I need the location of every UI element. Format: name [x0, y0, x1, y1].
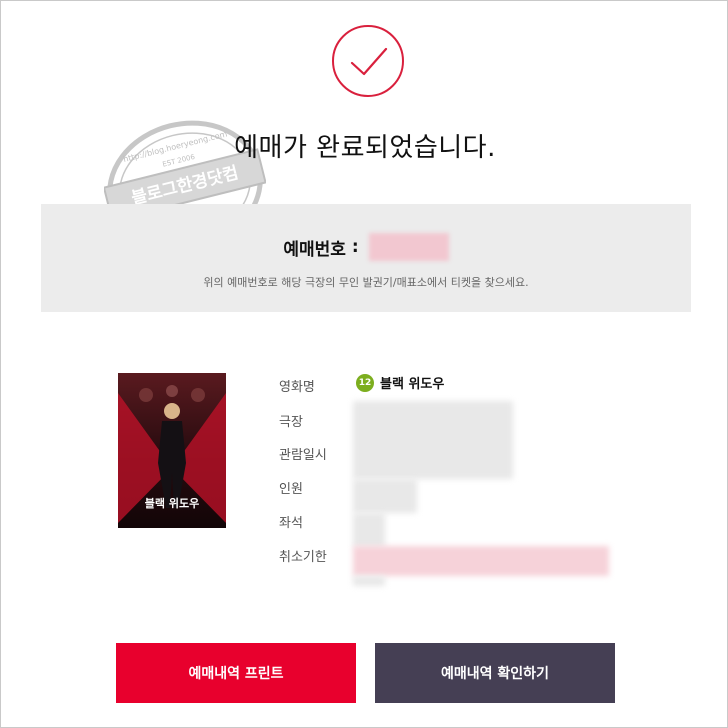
booking-number-row: 예매번호 :	[41, 233, 691, 261]
detail-label-people: 인원	[279, 482, 303, 497]
age-rating-badge: 12	[356, 373, 374, 392]
seat-value-redacted	[353, 513, 385, 547]
people-value-redacted	[353, 479, 417, 513]
cancel-deadline-tail-redacted	[353, 576, 385, 586]
detail-label-theater: 극장	[279, 415, 303, 430]
page-frame: 블로그한경닷컴 http://blog.hoeryeong.com EST 20…	[0, 0, 728, 728]
detail-label-cancel-deadline: 취소기한	[279, 550, 327, 565]
check-booking-button[interactable]: 예매내역 확인하기	[375, 643, 615, 703]
check-circle-icon	[328, 23, 408, 99]
print-booking-button[interactable]: 예매내역 프린트	[116, 643, 356, 703]
theater-datetime-value-redacted	[353, 401, 513, 479]
booking-number-box: 예매번호 : 위의 예매번호로 해당 극장의 무인 발권기/매표소에서 티켓을 …	[41, 204, 691, 312]
booking-number-label: 예매번호	[283, 239, 346, 260]
page-title: 예매가 완료되었습니다.	[234, 133, 496, 163]
cancel-deadline-value-redacted	[353, 546, 609, 576]
detail-label-seat: 좌석	[279, 516, 303, 531]
booking-note: 위의 예매번호로 해당 극장의 무인 발권기/매표소에서 티켓을 찾으세요.	[203, 276, 529, 289]
booking-number-colon: :	[351, 237, 359, 257]
detail-label-movie: 영화명	[279, 380, 315, 395]
movie-poster: 블랙 위도우	[118, 373, 226, 528]
movie-name-value: 12 블랙 위도우	[356, 373, 444, 392]
poster-title-text: 블랙 위도우	[145, 496, 199, 510]
booking-number-value-redacted	[368, 233, 449, 261]
detail-label-datetime: 관람일시	[279, 448, 327, 463]
movie-title: 블랙 위도우	[380, 377, 445, 392]
